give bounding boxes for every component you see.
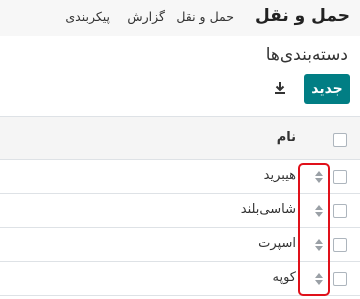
app-brand[interactable]: حمل و نقل (255, 6, 350, 26)
drag-handle-icon[interactable] (314, 237, 324, 253)
drag-handle-icon[interactable] (314, 203, 324, 219)
table-row[interactable]: اسپرت (0, 228, 360, 262)
table-header-row: نام (0, 116, 360, 160)
download-icon[interactable] (272, 80, 288, 96)
categories-table: نام هیبرید شاسی‌بلند اسپرت کوپه (0, 116, 360, 299)
row-checkbox[interactable] (333, 170, 347, 184)
column-header-name[interactable]: نام (277, 130, 296, 145)
category-name: اسپرت (258, 236, 296, 251)
menu-item-transport[interactable]: حمل و نقل (176, 9, 234, 24)
top-navbar: حمل و نقل حمل و نقل گزارش پیکربندی (0, 0, 360, 36)
table-row[interactable]: شاسی‌بلند (0, 194, 360, 228)
row-checkbox[interactable] (333, 204, 347, 218)
drag-handle-icon[interactable] (314, 271, 324, 287)
select-all-checkbox[interactable] (333, 133, 347, 147)
row-checkbox[interactable] (333, 238, 347, 252)
category-name: شاسی‌بلند (240, 202, 296, 217)
menu-item-reporting[interactable]: گزارش (127, 9, 165, 24)
page-title: دسته‌بندی‌ها (265, 45, 348, 65)
menu-item-configuration[interactable]: پیکربندی (65, 9, 110, 24)
table-row[interactable]: هیبرید (0, 160, 360, 194)
category-name: هیبرید (263, 168, 296, 183)
category-name: کوپه (272, 270, 297, 285)
table-row[interactable]: کوپه (0, 262, 360, 296)
drag-handle-icon[interactable] (314, 169, 324, 185)
new-button[interactable]: جدید (304, 74, 350, 104)
row-checkbox[interactable] (333, 272, 347, 286)
